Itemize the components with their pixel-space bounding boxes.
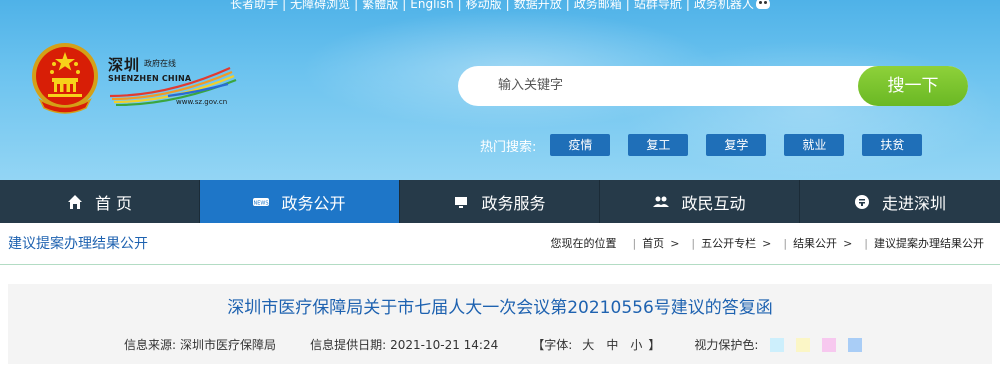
date-label: 信息提供日期:: [310, 338, 387, 352]
nav-label: 政务服务: [481, 193, 546, 213]
toplink-robot[interactable]: 政务机器人: [694, 0, 754, 11]
separator: |: [783, 237, 788, 250]
nav-gov-affairs[interactable]: NEWS 政务公开: [200, 180, 400, 223]
toplink-open-data[interactable]: 数据开放: [514, 0, 562, 11]
article-title: 深圳市医疗保障局关于市七届人大一次会议第20210556号建议的答复函: [227, 298, 773, 318]
source-value: 深圳市医疗保障局: [180, 338, 277, 352]
toplink-accessibility[interactable]: 无障碍浏览: [290, 0, 350, 11]
nav-label: 走进深圳: [881, 193, 946, 213]
separator: |: [691, 237, 696, 250]
top-links-bar: 长者助手 | 无障碍浏览 | 繁體版 | English | 移动版 | 数据开放 | 政务邮箱 | 站群导…: [0, 0, 1000, 14]
eye-color-swatch-navy[interactable]: [848, 337, 863, 352]
separator: |: [354, 0, 359, 11]
separator: |: [505, 0, 510, 11]
separator: |: [625, 0, 630, 11]
font-size-medium[interactable]: 中: [606, 336, 618, 353]
breadcrumb-arrow: >: [762, 237, 772, 250]
font-size-small[interactable]: 小: [630, 336, 642, 353]
breadcrumb-result-open[interactable]: 结果公开: [793, 237, 837, 250]
breadcrumb-prefix: 您现在的位置: [550, 237, 617, 250]
hot-search-label: 热门搜索:: [480, 139, 537, 155]
search-input[interactable]: [498, 66, 858, 106]
hot-search: 热门搜索: 疫情 复工 复学 就业 扶贫: [480, 134, 940, 156]
eye-protect-label: 视力保护色:: [694, 338, 759, 352]
toplink-mobile[interactable]: 移动版: [466, 0, 502, 11]
section-title: 建议提案办理结果公开: [8, 236, 148, 252]
logo-chinese-name: 深圳: [108, 56, 141, 74]
monitor-icon: [455, 196, 468, 208]
toplink-site-nav[interactable]: 站群导航: [634, 0, 682, 11]
separator: |: [632, 237, 637, 250]
breadcrumb-arrow: >: [670, 237, 680, 250]
breadcrumb-current[interactable]: 建议提案办理结果公开: [874, 237, 984, 250]
separator: |: [685, 0, 690, 11]
robot-icon[interactable]: [755, 0, 770, 9]
toplink-elder[interactable]: 长者助手: [230, 0, 278, 11]
hot-tag-resume-school[interactable]: 复学: [706, 134, 767, 156]
eye-color-swatch-yellow[interactable]: [796, 337, 811, 352]
national-emblem-icon: [32, 43, 98, 114]
search-button[interactable]: 搜一下: [858, 66, 968, 106]
hot-tag-poverty-relief[interactable]: 扶贫: [862, 134, 923, 156]
news-icon: NEWS: [253, 197, 270, 206]
article-meta: 信息来源: 深圳市医疗保障局 信息提供日期: 2021-10-21 14:24 …: [124, 336, 866, 353]
article-header: 深圳市医疗保障局关于市七届人大一次会议第20210556号建议的答复函 信息来源…: [8, 284, 992, 364]
hot-tag-resume-work[interactable]: 复工: [628, 134, 689, 156]
eye-color-swatch-blue[interactable]: [770, 337, 785, 352]
logo-slogan: 政府在线: [144, 59, 176, 68]
nav-label: 政民互动: [681, 193, 746, 213]
separator: |: [457, 0, 462, 11]
font-size-label: 【字体:: [532, 338, 573, 352]
breadcrumb-arrow: >: [843, 237, 853, 250]
toplink-mail[interactable]: 政务邮箱: [574, 0, 622, 11]
nav-label: 首 页: [94, 193, 133, 213]
home-icon: [67, 194, 82, 209]
svg-text:NEWS: NEWS: [254, 200, 269, 206]
logo-url: www.sz.gov.cn: [176, 98, 228, 106]
source-label: 信息来源:: [124, 338, 177, 352]
nav-home[interactable]: 首 页: [0, 180, 200, 223]
search-box: 搜一下: [458, 66, 968, 106]
nav-gov-services[interactable]: 政务服务: [400, 180, 600, 223]
people-icon: [653, 196, 670, 207]
separator: |: [402, 0, 407, 11]
breadcrumb-five-open[interactable]: 五公开专栏: [701, 237, 756, 250]
main-nav: 首 页 NEWS 政务公开 政务服务 政民互动 走进深圳: [0, 180, 1000, 223]
nav-label: 政务公开: [281, 193, 346, 213]
breadcrumb-bar: 建议提案办理结果公开 您现在的位置 | 首页 > | 五公开专栏 > | 结果公开 > | 建议提案办…: [0, 223, 1000, 265]
separator: |: [565, 0, 570, 11]
separator: |: [864, 237, 868, 250]
toplink-english[interactable]: English: [410, 0, 453, 11]
nav-interaction[interactable]: 政民互动: [600, 180, 800, 223]
font-size-end: 】: [648, 338, 661, 352]
separator: |: [282, 0, 287, 11]
breadcrumb-home[interactable]: 首页: [642, 237, 664, 250]
eye-color-swatch-pink[interactable]: [822, 337, 837, 352]
info-icon: [854, 194, 869, 209]
hot-tag-epidemic[interactable]: 疫情: [550, 134, 611, 156]
logo-english-name: SHENZHEN CHINA: [108, 74, 192, 83]
hot-tag-employment[interactable]: 就业: [784, 134, 845, 156]
toplink-traditional[interactable]: 繁體版: [362, 0, 398, 11]
nav-about-shenzhen[interactable]: 走进深圳: [800, 180, 1000, 223]
breadcrumb: 您现在的位置 | 首页 > | 五公开专栏 > | 结果公开 > | 建议提案办理结果公开: [550, 223, 984, 265]
site-header: 长者助手 | 无障碍浏览 | 繁體版 | English | 移动版 | 数据开放 | 政务邮箱 | 站群导…: [0, 0, 1000, 180]
shenzhen-logo[interactable]: 深圳 政府在线 SHENZHEN CHINA www.sz.gov.cn: [108, 56, 238, 114]
date-value: 2021-10-21 14:24: [390, 337, 499, 352]
header-cloud: [620, 40, 1000, 180]
font-size-large[interactable]: 大: [582, 336, 594, 353]
